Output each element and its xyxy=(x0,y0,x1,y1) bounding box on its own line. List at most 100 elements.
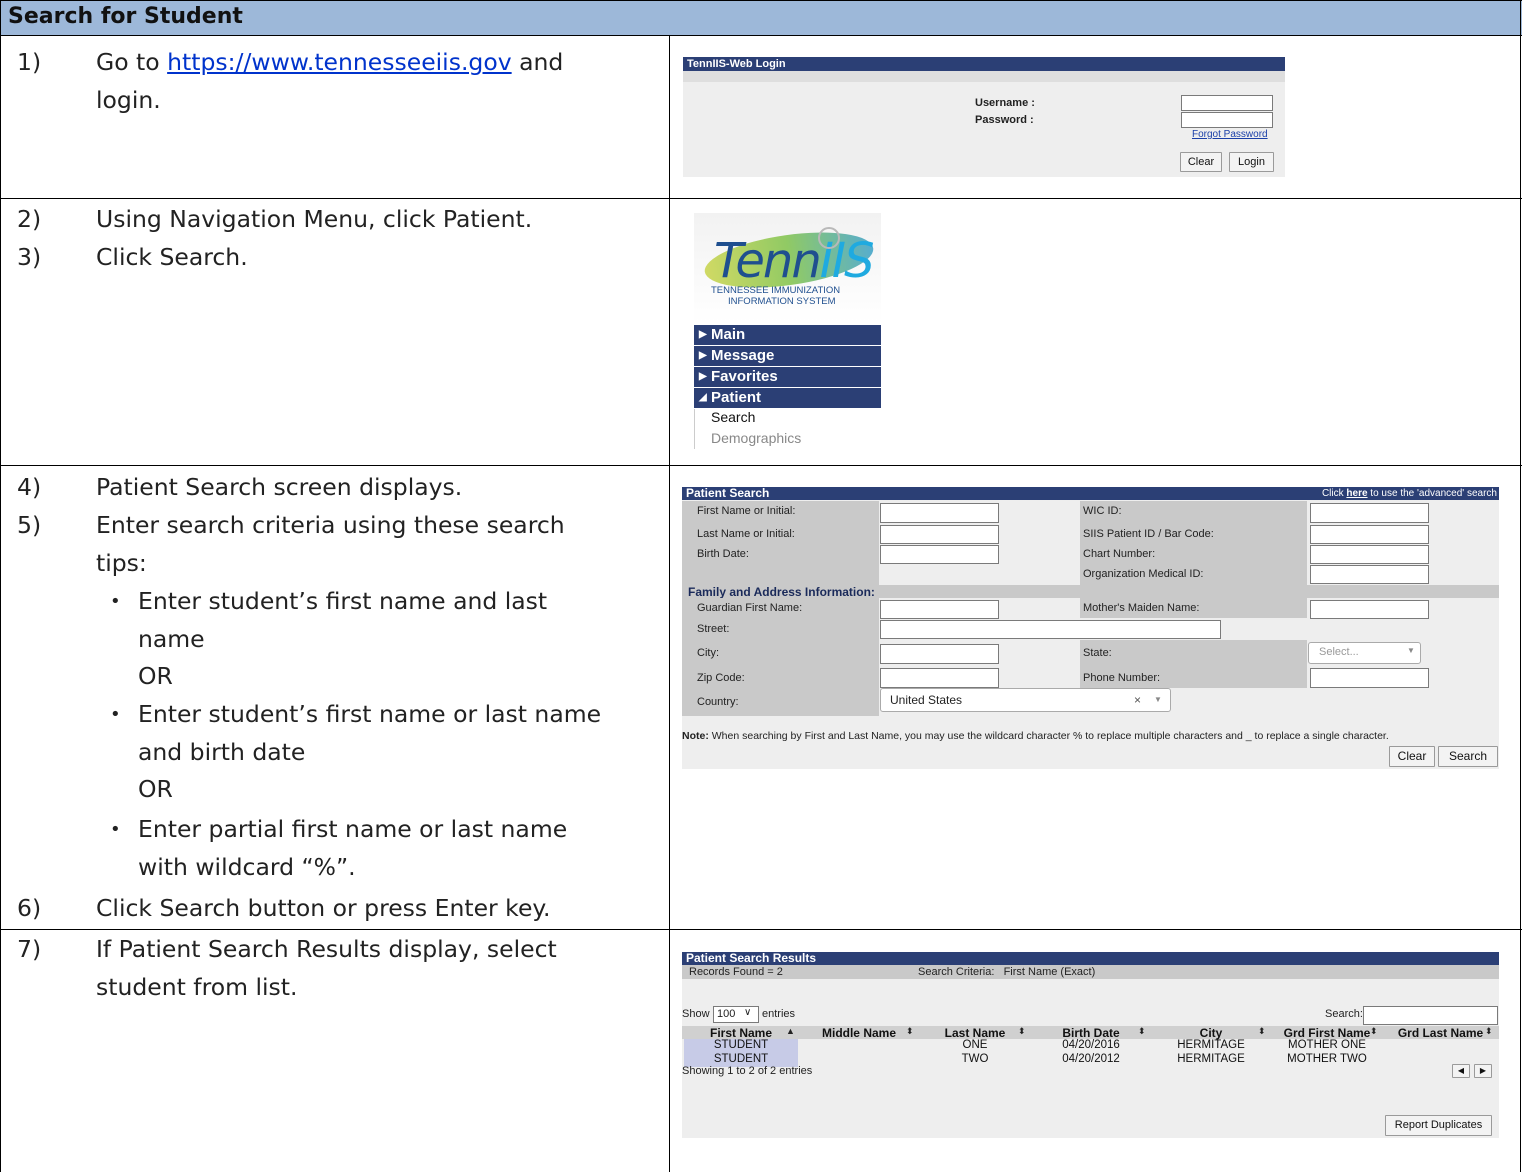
border-top xyxy=(0,0,1522,1)
next-page-button[interactable]: ▶ xyxy=(1474,1064,1492,1078)
first-name-input[interactable] xyxy=(880,503,999,523)
prev-page-button[interactable]: ◀ xyxy=(1452,1064,1470,1078)
report-duplicates-button[interactable]: Report Duplicates xyxy=(1385,1115,1492,1136)
step-number: 3) xyxy=(17,243,42,271)
step-text: Patient Search screen displays. xyxy=(96,473,463,501)
note: Note: When searching by First and Last N… xyxy=(682,730,1389,742)
column-header[interactable]: City xyxy=(1152,1026,1270,1040)
tip-separator: OR xyxy=(138,662,173,690)
border-left xyxy=(0,0,1,1172)
country-select[interactable]: United States × ▼ xyxy=(880,688,1171,712)
username-input[interactable] xyxy=(1181,95,1273,111)
show-label: Show xyxy=(682,1008,710,1020)
last-name-input[interactable] xyxy=(880,525,999,544)
step-number: 4) xyxy=(17,473,42,501)
bullet-icon: • xyxy=(110,704,121,725)
advanced-search-text: Click here to use the 'advanced' search xyxy=(1322,487,1497,500)
tip-1: • Enter student’s first name and last na… xyxy=(110,583,658,696)
step-text: If Patient Search Results display, selec… xyxy=(96,935,557,963)
nav-screenshot: TennIIS TENNESSEE IMMUNIZATION INFORMATI… xyxy=(694,213,881,449)
wic-input[interactable] xyxy=(1310,503,1429,523)
column-header[interactable]: Grd Last Name xyxy=(1384,1026,1497,1040)
column-header[interactable]: Last Name xyxy=(920,1026,1030,1040)
records-found: Records Found = 2 xyxy=(689,966,783,978)
login-clear-button[interactable]: Clear xyxy=(1180,152,1222,172)
birth-date-input[interactable] xyxy=(880,545,999,564)
entries-select[interactable]: 100 ∨ xyxy=(713,1006,759,1023)
step-text-line2: tips: xyxy=(96,548,147,577)
bullet-icon: • xyxy=(110,819,121,840)
maiden-input[interactable] xyxy=(1310,600,1429,619)
chart-input[interactable] xyxy=(1310,545,1429,564)
state-select[interactable]: Select... ▼ xyxy=(1308,642,1421,664)
clear-button[interactable]: Clear xyxy=(1389,746,1435,767)
nav-item-favorites[interactable]: ▶ Favorites xyxy=(694,367,881,387)
chevron-down-icon: ▼ xyxy=(1154,695,1162,704)
guardian-label: Guardian First Name: xyxy=(697,602,803,614)
forgot-password-link[interactable]: Forgot Password xyxy=(1192,129,1268,140)
chevron-down-icon: ∨ xyxy=(744,1007,752,1018)
logo-text: Tenn xyxy=(714,233,822,289)
birth-date-label: Birth Date: xyxy=(697,548,749,560)
nav-item-label: Main xyxy=(711,326,746,343)
logo-tagline-1: TENNESSEE IMMUNIZATION xyxy=(711,285,841,296)
sort-icon: ⬍ xyxy=(906,1026,914,1036)
row-divider xyxy=(0,35,1522,36)
column-header[interactable]: Grd First Name xyxy=(1272,1026,1382,1040)
city-input[interactable] xyxy=(880,644,999,664)
results-search-input[interactable] xyxy=(1363,1006,1498,1025)
tip-text-line2: with wildcard “%”. xyxy=(138,852,356,881)
row-divider xyxy=(0,465,1522,466)
phone-input[interactable] xyxy=(1310,668,1429,688)
sort-icon: ⬍ xyxy=(1258,1026,1266,1036)
sort-icon: ⬍ xyxy=(1018,1026,1026,1036)
step-number: 7) xyxy=(17,935,42,963)
advanced-prefix: Click xyxy=(1321,488,1347,499)
step-text-line2: login. xyxy=(96,85,161,114)
triangle-right-icon: ▶ xyxy=(699,350,707,361)
nav-item-patient[interactable]: ◢ Patient xyxy=(694,388,881,408)
login-screenshot: TennIIS-Web Login Username : Password : … xyxy=(683,57,1285,177)
logo-tagline-2: INFORMATION SYSTEM xyxy=(728,296,836,307)
login-title: TennIIS-Web Login xyxy=(683,57,1285,71)
column-header[interactable]: Birth Date xyxy=(1032,1026,1150,1040)
table-cell: MOTHER TWO xyxy=(1287,1053,1367,1065)
results-title: Patient Search Results xyxy=(682,952,1499,965)
step-text: Click Search button or press Enter key. xyxy=(96,894,551,922)
password-input[interactable] xyxy=(1181,112,1273,128)
username-label: Username : xyxy=(975,97,1035,109)
logo: TennIIS xyxy=(714,233,875,289)
column-header[interactable]: Middle Name xyxy=(800,1026,918,1040)
step-number: 2) xyxy=(17,205,42,233)
city-label: City: xyxy=(697,647,719,659)
login-button[interactable]: Login xyxy=(1229,152,1274,172)
search-button[interactable]: Search xyxy=(1438,746,1498,767)
results-screenshot: Patient Search Results Records Found = 2… xyxy=(682,952,1499,1138)
tenniis-link[interactable]: https://www.tennesseeiis.gov xyxy=(167,48,512,76)
nav-subitem-demographics[interactable]: Demographics xyxy=(711,430,801,446)
nav-item-message[interactable]: ▶ Message xyxy=(694,346,881,366)
entries-label: entries xyxy=(762,1008,796,1020)
org-input[interactable] xyxy=(1310,565,1429,584)
zip-input[interactable] xyxy=(880,668,999,688)
state-label: State: xyxy=(1083,647,1112,659)
column-header[interactable]: First Name xyxy=(684,1026,798,1040)
tip-3: • Enter partial first name or last name … xyxy=(110,811,658,887)
first-name-label: First Name or Initial: xyxy=(697,505,796,517)
tip-text: Enter student’s first name and last xyxy=(138,587,548,615)
instruction-table: Search for Student 1) Go to https://www.… xyxy=(0,0,1522,1172)
guardian-input[interactable] xyxy=(880,600,999,619)
siis-input[interactable] xyxy=(1310,525,1429,544)
table-cell: STUDENT xyxy=(713,1053,769,1065)
phone-label: Phone Number: xyxy=(1083,672,1161,684)
entries-value: 100 xyxy=(717,1008,736,1020)
advanced-search-link[interactable]: here xyxy=(1346,488,1367,499)
street-input[interactable] xyxy=(880,620,1221,639)
nav-item-main[interactable]: ▶ Main xyxy=(694,325,881,345)
clear-x-icon[interactable]: × xyxy=(1134,693,1141,707)
tip-text-line2: name xyxy=(138,624,205,653)
step-text: Click Search. xyxy=(96,243,248,271)
nav-subitem-search[interactable]: Search xyxy=(711,409,755,425)
step-number: 1) xyxy=(17,48,42,76)
siis-label: SIIS Patient ID / Bar Code: xyxy=(1083,528,1214,540)
